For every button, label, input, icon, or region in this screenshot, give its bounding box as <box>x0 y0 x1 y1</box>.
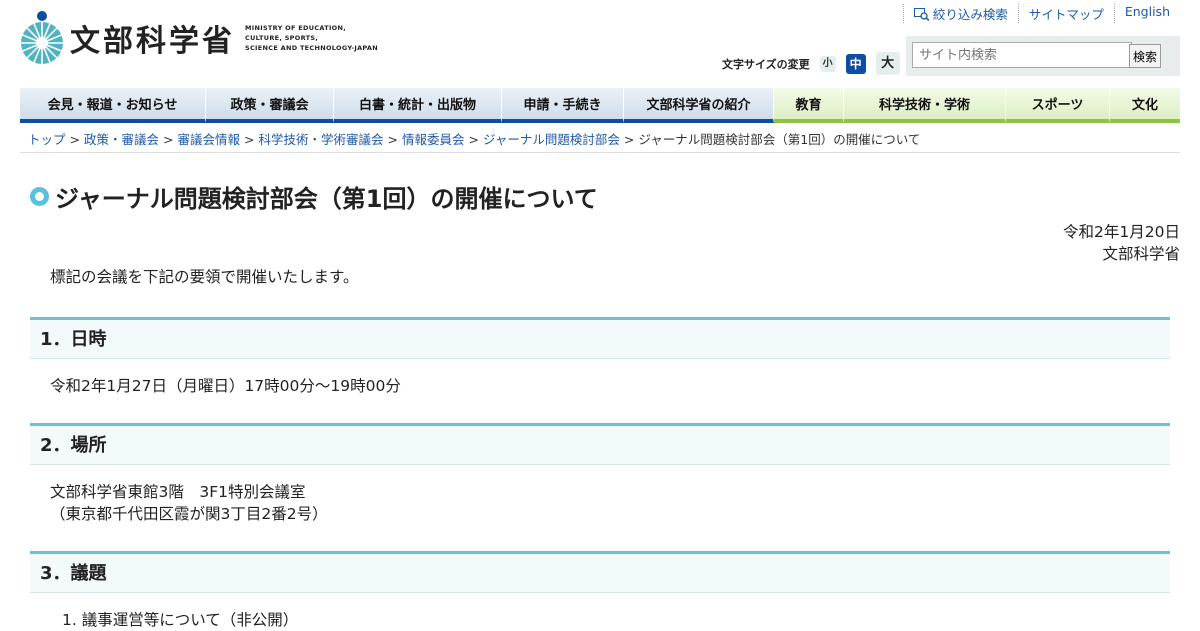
search-button[interactable]: 検索 <box>1129 44 1161 68</box>
mext-emblem-icon <box>21 11 63 64</box>
breadcrumb-top[interactable]: トップ <box>28 132 66 147</box>
utility-links: 絞り込み検索 サイトマップ English <box>902 4 1180 23</box>
section-heading-datetime: 1．日時 <box>30 317 1170 359</box>
nav-culture[interactable]: 文化 <box>1110 88 1180 123</box>
font-size-medium-button[interactable]: 中 <box>845 53 866 74</box>
global-nav: 会見・報道・お知らせ 政策・審議会 白書・統計・出版物 申請・手続き 文部科学省… <box>20 88 1180 123</box>
section-text-venue: 文部科学省東館3階 3F1特別会議室 （東京都千代田区霞が関3丁目2番2号） <box>50 481 328 525</box>
nav-education[interactable]: 教育 <box>774 88 844 123</box>
sitemap-link[interactable]: サイトマップ <box>1017 4 1114 23</box>
nav-applications[interactable]: 申請・手続き <box>502 88 624 123</box>
intro-text: 標記の会議を下記の要領で開催いたします。 <box>50 268 359 286</box>
font-size-switcher: 文字サイズの変更 小 中 大 <box>722 52 900 75</box>
nav-publications[interactable]: 白書・統計・出版物 <box>334 88 502 123</box>
breadcrumb-policy[interactable]: 政策・審議会 <box>84 132 159 147</box>
breadcrumb: トップ > 政策・審議会 > 審議会情報 > 科学技術・学術審議会 > 情報委員会 > ジャーナル問… <box>28 132 921 147</box>
site-logo[interactable]: 文部科学省 MINISTRY OF EDUCATION, CULTURE, SP… <box>20 10 378 66</box>
nav-policy[interactable]: 政策・審議会 <box>206 88 334 123</box>
breadcrumb-councils[interactable]: 審議会情報 <box>178 132 241 147</box>
site-search: 検索 <box>906 36 1180 76</box>
page-heading: ジャーナル問題検討部会（第1回）の開催について <box>30 179 598 214</box>
breadcrumb-science-council[interactable]: 科学技術・学術審議会 <box>259 132 384 147</box>
font-size-small-button[interactable]: 小 <box>819 55 836 72</box>
site-header: 文部科学省 MINISTRY OF EDUCATION, CULTURE, SP… <box>0 0 1200 88</box>
agenda-item: 1. 議事運営等について（非公開） <box>62 611 299 629</box>
issue-info: 令和2年1月20日 文部科学省 <box>1063 221 1180 265</box>
heading-bullet-icon <box>30 187 49 206</box>
nav-science[interactable]: 科学技術・学術 <box>844 88 1006 123</box>
venue-address: （東京都千代田区霞が関3丁目2番2号） <box>50 505 328 523</box>
refined-search-link[interactable]: 絞り込み検索 <box>902 4 1018 23</box>
section-heading-agenda: 3．議題 <box>30 551 1170 593</box>
font-size-label: 文字サイズの変更 <box>722 57 810 71</box>
logo-name: 文部科学省 <box>70 24 235 59</box>
issuing-org: 文部科学省 <box>1102 245 1180 263</box>
search-input[interactable] <box>912 42 1132 68</box>
breadcrumb-journal-subcommittee[interactable]: ジャーナル問題検討部会 <box>483 132 620 147</box>
search-filter-icon <box>913 8 930 21</box>
page-title: ジャーナル問題検討部会（第1回）の開催について <box>55 185 598 213</box>
breadcrumb-divider <box>20 152 1180 153</box>
issue-date: 令和2年1月20日 <box>1063 223 1180 241</box>
breadcrumb-info-committee[interactable]: 情報委員会 <box>402 132 465 147</box>
nav-about[interactable]: 文部科学省の紹介 <box>624 88 774 123</box>
breadcrumb-current: ジャーナル問題検討部会（第1回）の開催について <box>638 132 921 147</box>
nav-sports[interactable]: スポーツ <box>1006 88 1110 123</box>
venue-line: 文部科学省東館3階 3F1特別会議室 <box>50 483 306 501</box>
nav-press[interactable]: 会見・報道・お知らせ <box>20 88 206 123</box>
section-text-datetime: 令和2年1月27日（月曜日）17時00分～19時00分 <box>50 377 401 395</box>
logo-english: MINISTRY OF EDUCATION, CULTURE, SPORTS, … <box>245 24 378 52</box>
font-size-large-button[interactable]: 大 <box>875 52 900 75</box>
english-link[interactable]: English <box>1113 4 1180 23</box>
section-heading-venue: 2．場所 <box>30 423 1170 465</box>
